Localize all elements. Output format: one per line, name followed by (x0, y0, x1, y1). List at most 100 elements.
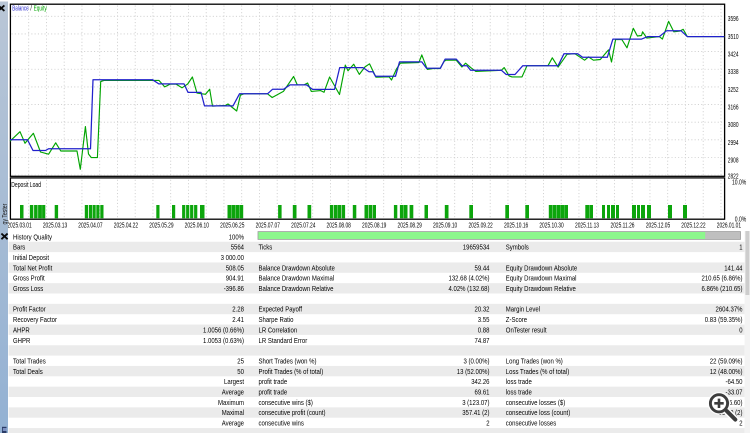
svg-text:2025.04.22: 2025.04.22 (114, 222, 138, 229)
svg-text:Profit Trades (% of total): Profit Trades (% of total) (259, 367, 324, 376)
svg-text:LR Standard Error: LR Standard Error (259, 336, 308, 345)
svg-text:Bars: Bars (13, 243, 25, 252)
svg-text:2025.09.22: 2025.09.22 (468, 222, 492, 229)
svg-text:LR Correlation: LR Correlation (259, 325, 298, 334)
svg-text:2025.12.05: 2025.12.05 (646, 222, 670, 229)
svg-text:Gross Profit: Gross Profit (13, 274, 45, 283)
svg-text:19659534: 19659534 (463, 243, 490, 252)
svg-text:20.32: 20.32 (475, 305, 490, 314)
svg-text:Sharpe Ratio: Sharpe Ratio (259, 315, 294, 324)
svg-text:0.88: 0.88 (478, 325, 490, 334)
svg-text:loss trade: loss trade (506, 377, 532, 386)
svg-text:2: 2 (486, 419, 489, 428)
svg-text:Margin Level: Margin Level (506, 305, 541, 314)
svg-text:2025.06.25: 2025.06.25 (220, 222, 244, 229)
svg-text:Deposit Load: Deposit Load (11, 180, 41, 189)
svg-text:2025.03.01: 2025.03.01 (7, 222, 31, 229)
svg-text:3166: 3166 (728, 105, 739, 112)
svg-text:consecutive loss (count): consecutive loss (count) (506, 408, 571, 417)
svg-text:3510: 3510 (728, 34, 739, 41)
svg-text:2.41: 2.41 (232, 315, 244, 324)
svg-text:Equity: Equity (34, 3, 47, 12)
svg-text:loss trade: loss trade (506, 388, 532, 397)
svg-text:10.0%: 10.0% (732, 179, 746, 186)
svg-text:-33.07: -33.07 (726, 388, 743, 397)
svg-text:Total Deals: Total Deals (13, 367, 43, 376)
svg-text:3.55: 3.55 (478, 315, 490, 324)
svg-text:Maximal: Maximal (222, 408, 245, 417)
svg-text:-396.86: -396.86 (224, 284, 244, 293)
svg-text:141.44: 141.44 (724, 263, 742, 272)
svg-text:3 000.00: 3 000.00 (221, 253, 244, 262)
svg-text:0: 0 (739, 325, 742, 334)
svg-text:2.28: 2.28 (232, 305, 244, 314)
svg-text:Maximum: Maximum (218, 398, 244, 407)
svg-text:25: 25 (237, 357, 244, 366)
svg-text:consecutive wins ($): consecutive wins ($) (259, 398, 314, 407)
svg-text:profit trade: profit trade (259, 377, 288, 386)
svg-text:Balance Drawdown Relative: Balance Drawdown Relative (259, 284, 334, 293)
svg-text:GHPR: GHPR (13, 336, 31, 345)
svg-text:2025.04.07: 2025.04.07 (78, 222, 102, 229)
svg-text:1.0056 (0.66%): 1.0056 (0.66%) (203, 325, 244, 334)
svg-text:2025.09.10: 2025.09.10 (433, 222, 457, 229)
svg-text:357.41 (2): 357.41 (2) (462, 408, 490, 417)
svg-text:consecutive losses: consecutive losses (506, 419, 557, 428)
svg-text:3424: 3424 (728, 52, 739, 59)
svg-text:Equity Drawdown Maximal: Equity Drawdown Maximal (506, 274, 577, 283)
svg-text:Average: Average (222, 388, 244, 397)
svg-text:Symbols: Symbols (506, 243, 529, 252)
svg-text:74.87: 74.87 (475, 336, 490, 345)
svg-text:OnTester result: OnTester result (506, 325, 547, 334)
svg-text:342.26: 342.26 (471, 377, 489, 386)
svg-text:5564: 5564 (231, 243, 244, 252)
svg-text:Profit Factor: Profit Factor (13, 305, 46, 314)
svg-text:2025.05.29: 2025.05.29 (149, 222, 173, 229)
svg-text:2025.06.10: 2025.06.10 (185, 222, 209, 229)
svg-text:Z-Score: Z-Score (506, 315, 527, 324)
svg-text:3080: 3080 (728, 122, 739, 129)
svg-text:Equity Drawdown Relative: Equity Drawdown Relative (506, 284, 576, 293)
svg-text:3338: 3338 (728, 69, 739, 76)
svg-text:2604.37%: 2604.37% (716, 305, 743, 314)
svg-text:Balance: Balance (12, 3, 28, 12)
svg-text:Short Trades (won %): Short Trades (won %) (259, 357, 317, 366)
svg-text:2: 2 (739, 419, 742, 428)
svg-text:2994: 2994 (728, 140, 739, 147)
svg-text:69.61: 69.61 (475, 388, 490, 397)
svg-text:3596: 3596 (728, 16, 739, 23)
svg-text:2025.10.16: 2025.10.16 (504, 222, 528, 229)
svg-text:Largest: Largest (224, 377, 245, 386)
svg-text:Expected Payoff: Expected Payoff (259, 305, 303, 314)
svg-text:1.0053 (0.63%): 1.0053 (0.63%) (203, 336, 244, 345)
svg-text:2025.07.07: 2025.07.07 (256, 222, 280, 229)
svg-text:History Quality: History Quality (13, 232, 52, 241)
svg-text:2025.08.19: 2025.08.19 (362, 222, 386, 229)
svg-text:Balance Drawdown Maximal: Balance Drawdown Maximal (259, 274, 335, 283)
svg-text:132.68 (4.02%): 132.68 (4.02%) (449, 274, 490, 283)
svg-text:Recovery Factor: Recovery Factor (13, 315, 57, 324)
svg-text:2025.08.29: 2025.08.29 (398, 222, 422, 229)
svg-text:AHPR: AHPR (13, 325, 30, 334)
svg-text:2026.01.01: 2026.01.01 (717, 222, 741, 229)
svg-text:consecutive wins: consecutive wins (259, 419, 305, 428)
svg-text:2025.10.30: 2025.10.30 (539, 222, 563, 229)
svg-text:Gross Loss: Gross Loss (13, 284, 43, 293)
svg-text:2025.12.22: 2025.12.22 (681, 222, 705, 229)
svg-text:2025.11.26: 2025.11.26 (611, 222, 635, 229)
svg-text:13 (52.00%): 13 (52.00%) (457, 367, 490, 376)
svg-text:22 (59.09%): 22 (59.09%) (710, 357, 743, 366)
svg-text:12 (48.00%): 12 (48.00%) (710, 367, 743, 376)
svg-text:Total Trades: Total Trades (13, 357, 46, 366)
svg-text:4.02% (132.68): 4.02% (132.68) (449, 284, 490, 293)
svg-text:59.44: 59.44 (475, 263, 490, 272)
svg-text:-64.50: -64.50 (726, 377, 743, 386)
svg-text:210.65 (6.86%): 210.65 (6.86%) (702, 274, 743, 283)
svg-text:consecutive losses ($): consecutive losses ($) (506, 398, 566, 407)
svg-text:3 (123.07): 3 (123.07) (462, 398, 490, 407)
svg-text:Loss Trades (% of total): Loss Trades (% of total) (506, 367, 570, 376)
svg-text:Average: Average (222, 419, 244, 428)
svg-text:1: 1 (739, 243, 742, 252)
svg-text:6.86% (210.65): 6.86% (210.65) (702, 284, 743, 293)
svg-text:Ticks: Ticks (259, 243, 273, 252)
